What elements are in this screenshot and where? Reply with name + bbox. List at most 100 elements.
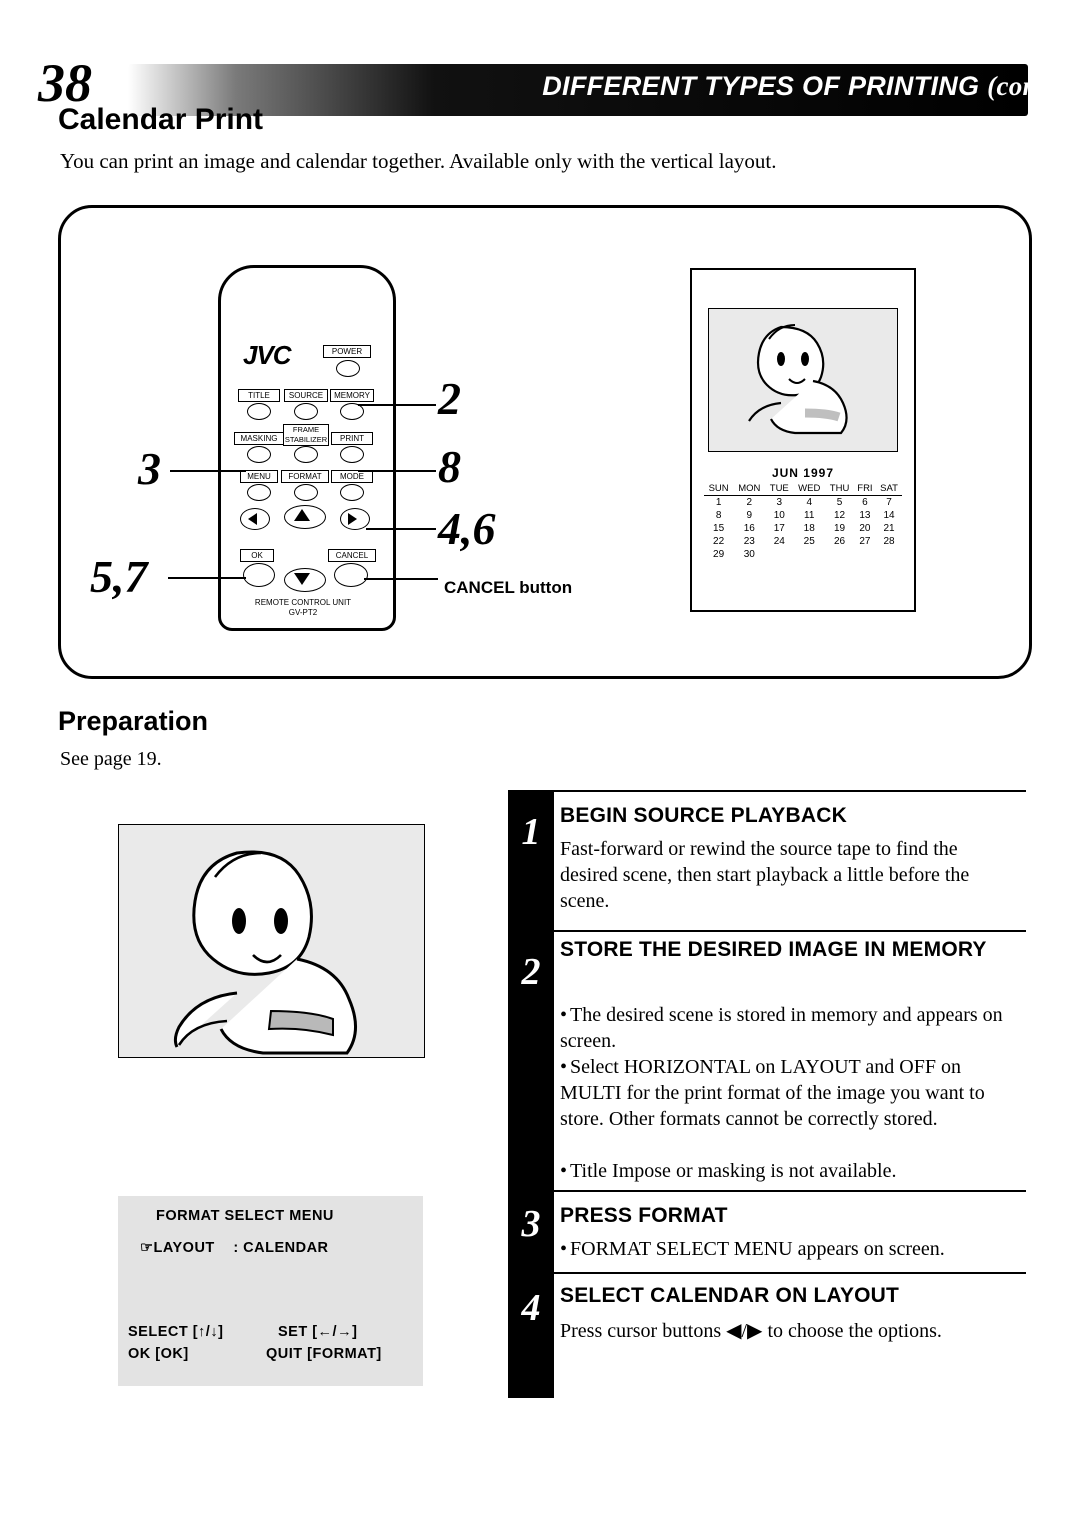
- cursor-arrows-icon: ◀/▶: [726, 1320, 763, 1342]
- calendar-cell: 30: [743, 549, 755, 560]
- step-bullet-text: The desired scene is stored in memory an…: [560, 1004, 1003, 1052]
- remote-button-mode[interactable]: [340, 484, 364, 501]
- right-arrow-icon: [348, 513, 357, 525]
- calendar-cell: 1: [715, 497, 722, 508]
- section-title: Calendar Print: [58, 103, 264, 136]
- calendar-cell: 27: [859, 536, 871, 547]
- callout-2: 2: [438, 373, 461, 424]
- sample-image: [118, 824, 425, 1058]
- remote-label-cancel: CANCEL: [328, 549, 376, 562]
- remote-button-power[interactable]: [336, 360, 360, 377]
- remote-label-format: FORMAT: [281, 470, 329, 483]
- calendar-cell: [793, 548, 825, 561]
- leader-line-cancel: [364, 578, 438, 580]
- step-bullet-3-1: • FORMAT SELECT MENU appears on screen.: [560, 1236, 1020, 1262]
- remote-button-print[interactable]: [340, 446, 364, 463]
- calendar-header-fri: FRI: [853, 482, 877, 496]
- manual-page: 3 8 DIFFERENT TYPES OF PRINTING (cont.) C…: [0, 0, 1080, 1533]
- calendar-week-row: 1 2 3 4 5 6 7: [704, 496, 902, 510]
- bullet-icon: •: [560, 1004, 568, 1026]
- remote-button-source[interactable]: [294, 403, 318, 420]
- step-divider: [554, 930, 1026, 932]
- calendar-header-wed: WED: [793, 482, 826, 496]
- remote-label-source: SOURCE: [284, 389, 328, 402]
- calendar-cell: 22: [713, 536, 725, 547]
- leader-line-5-7: [168, 577, 246, 579]
- up-arrow-icon: [294, 509, 310, 521]
- bullet-icon: •: [560, 1056, 568, 1078]
- calendar-cell: 13: [859, 510, 871, 521]
- calendar-cell: [765, 548, 793, 561]
- bullet-icon: •: [560, 1238, 568, 1260]
- remote-label-frame-stabilizer: FRAME STABILIZER: [283, 424, 329, 446]
- calendar-cell: 5: [836, 497, 843, 508]
- remote-button-ok[interactable]: [243, 563, 275, 587]
- step-bullet-text: Select HORIZONTAL on LAYOUT and OFF on M…: [560, 1056, 985, 1130]
- remote-button-menu[interactable]: [247, 484, 271, 501]
- calendar-cell: [854, 548, 876, 561]
- remote-button-title[interactable]: [247, 403, 271, 420]
- remote-label-power: POWER: [323, 345, 371, 358]
- osd-title: FORMAT SELECT MENU: [156, 1208, 334, 1224]
- calendar-header-thu: THU: [825, 482, 854, 496]
- bullet-icon: •: [560, 1160, 568, 1182]
- remote-button-cancel[interactable]: [334, 563, 368, 587]
- baby-illustration-icon: [173, 850, 357, 1055]
- calendar-cell: 15: [713, 523, 725, 534]
- step-body-1: Fast-forward or rewind the source tape t…: [560, 838, 970, 912]
- calendar-cell: 18: [803, 523, 815, 534]
- remote-footer: REMOTE CONTROL UNIT GV-PT2: [233, 598, 373, 618]
- calendar-cell: 21: [883, 523, 895, 534]
- callout-8: 8: [438, 441, 461, 492]
- osd-layout-row[interactable]: ☞LAYOUT : CALENDAR: [140, 1240, 329, 1256]
- header-title-text: DIFFERENT TYPES OF PRINTING: [542, 71, 980, 101]
- leader-line-3: [170, 470, 246, 472]
- step-bullet-text: FORMAT SELECT MENU appears on screen.: [570, 1238, 945, 1260]
- preparation-text: See page 19.: [60, 748, 162, 770]
- calendar-cell: 24: [773, 536, 785, 547]
- step-bullet-2-2: • Select HORIZONTAL on LAYOUT and OFF on …: [560, 1054, 1020, 1132]
- osd-layout-label: LAYOUT: [153, 1240, 215, 1256]
- calendar-cell: 9: [746, 510, 753, 521]
- remote-label-print: PRINT: [331, 432, 373, 445]
- step-heading-1: BEGIN SOURCE PLAYBACK: [560, 804, 847, 827]
- calendar-cell: 11: [804, 510, 815, 521]
- calendar-cell: 20: [859, 523, 871, 534]
- calendar-week-row: 22 23 24 25 26 27 28: [704, 535, 902, 548]
- step-heading-4: SELECT CALENDAR ON LAYOUT: [560, 1284, 900, 1307]
- step-body-4-post: to choose the options.: [762, 1320, 942, 1342]
- calendar-cell: 14: [883, 510, 895, 521]
- callout-5-7: 5,7: [90, 551, 148, 602]
- osd-format-select-menu: FORMAT SELECT MENU ☞LAYOUT : CALENDAR SE…: [118, 1196, 423, 1386]
- down-arrow-icon: [294, 573, 310, 585]
- calendar-cell: 3: [776, 497, 783, 508]
- remote-button-frame-stabilizer[interactable]: [294, 446, 318, 463]
- frame-line1: FRAME: [292, 425, 320, 434]
- remote-label-title: TITLE: [238, 389, 280, 402]
- osd-select-hint: SELECT [↑/↓]: [128, 1324, 224, 1340]
- baby-illustration-icon: [748, 324, 848, 435]
- osd-quit-hint: QUIT [FORMAT]: [266, 1346, 382, 1362]
- calendar-title: JUN 1997: [771, 466, 835, 480]
- callout-cancel-button: CANCEL button: [444, 578, 573, 597]
- remote-button-format[interactable]: [294, 484, 318, 501]
- calendar-cell: 16: [743, 523, 755, 534]
- leader-line-2: [358, 404, 436, 406]
- step-number-2: 2: [521, 951, 541, 993]
- header-title: DIFFERENT TYPES OF PRINTING (cont.): [542, 71, 1062, 102]
- osd-layout-value: : CALENDAR: [233, 1240, 329, 1256]
- calendar-cell: 10: [773, 510, 785, 521]
- print-sample: JUN 1997 SUN MON TUE WED THU FRI SAT 1 2…: [690, 268, 916, 612]
- calendar-cell: [825, 548, 853, 561]
- remote-button-masking[interactable]: [247, 446, 271, 463]
- calendar-cell: 29: [713, 549, 725, 560]
- step-number-1: 1: [521, 811, 541, 853]
- calendar-cell: 23: [743, 536, 755, 547]
- section-intro: You can print an image and calendar toge…: [60, 149, 777, 173]
- calendar-week-row: 29 30: [704, 548, 902, 561]
- step-divider: [554, 790, 1026, 792]
- step-heading-3: PRESS FORMAT: [560, 1204, 728, 1227]
- remote-label-ok: OK: [240, 549, 274, 562]
- step-divider: [554, 1272, 1026, 1274]
- calendar-table: SUN MON TUE WED THU FRI SAT 1 2 3 4 5 6 …: [704, 482, 902, 561]
